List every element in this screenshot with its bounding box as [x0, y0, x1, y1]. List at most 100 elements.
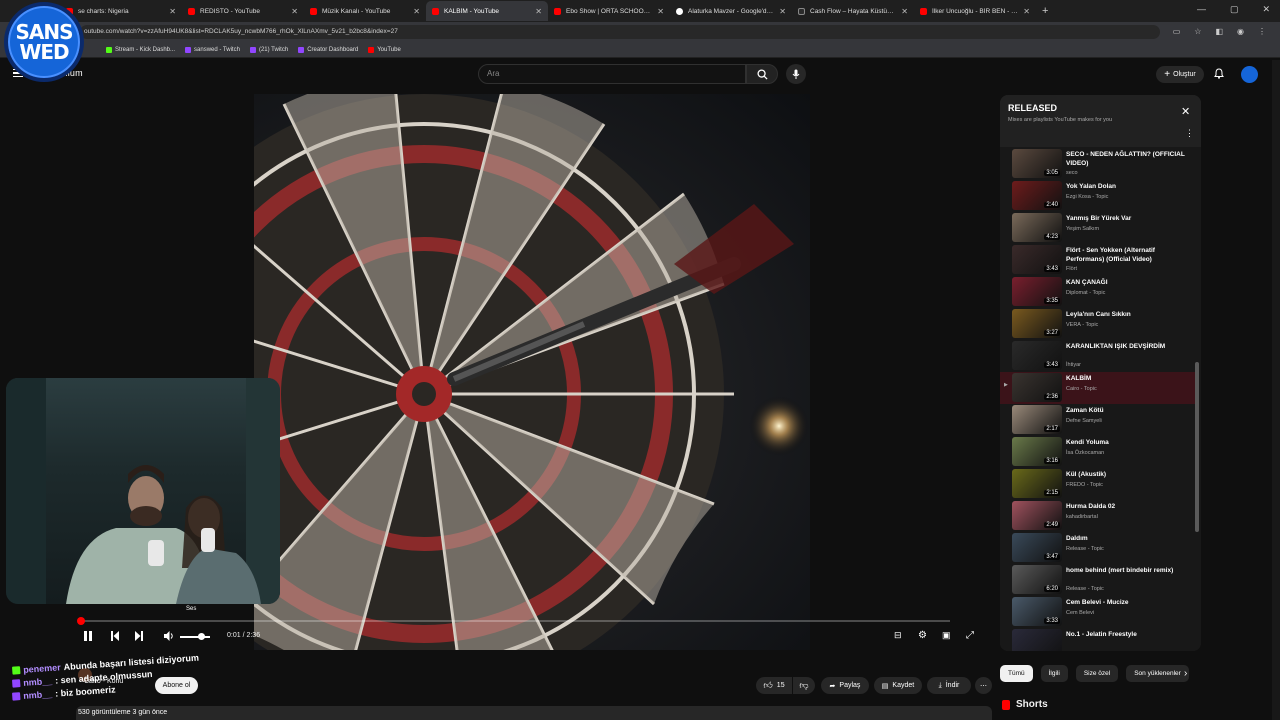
- browser-menu-icon[interactable]: ⋮: [1258, 27, 1266, 36]
- playlist-item[interactable]: 4:23 Yanmış Bir Yürek Var Yeşim Salkım: [1000, 212, 1195, 244]
- close-tab-icon[interactable]: ✕: [169, 7, 176, 16]
- browser-tab[interactable]: Ebo Show | ORTA SCHOOL - Yo ✕: [548, 1, 670, 21]
- address-bar[interactable]: outube.com/watch?v=zzAfuH94UK8&list=RDCL…: [80, 25, 1160, 39]
- bookmark-item[interactable]: YouTube: [368, 46, 401, 53]
- playlist-item[interactable]: No.1 - Jelatin Freestyle: [1000, 628, 1195, 651]
- browser-tab[interactable]: KALBİM - YouTube ✕: [426, 1, 548, 21]
- playlist-item[interactable]: 2:15 Kül (Akustik) FREDO - Topic: [1000, 468, 1195, 500]
- browser-tab[interactable]: REDISTO - YouTube ✕: [182, 1, 304, 21]
- playlist-thumbnail[interactable]: 2:15: [1012, 469, 1062, 498]
- playlist-item[interactable]: 3:16 Kendi Yoluma İsa Özkocaman: [1000, 436, 1195, 468]
- more-actions-button[interactable]: ⋯: [975, 677, 992, 694]
- mute-button[interactable]: [163, 630, 175, 645]
- playlist-item[interactable]: 3:05 SECO - NEDEN AĞLATTIN? (OFFICIAL VID…: [1000, 148, 1195, 180]
- volume-slider[interactable]: [180, 636, 210, 638]
- search-input[interactable]: Ara: [478, 64, 746, 84]
- playlist-thumbnail[interactable]: 3:27: [1012, 309, 1062, 338]
- miniplayer-icon[interactable]: ▣: [942, 630, 951, 641]
- playlist-item[interactable]: 3:27 Leyla'nın Canı Sıkkın VERA - Topic: [1000, 308, 1195, 340]
- bookmark-item[interactable]: Stream - Kick Dashb...: [106, 46, 175, 53]
- filter-chip[interactable]: İlgili: [1040, 665, 1068, 682]
- playlist-thumbnail[interactable]: 3:33: [1012, 597, 1062, 626]
- cast-icon[interactable]: ▭: [1173, 27, 1181, 36]
- playlist-thumbnail[interactable]: 2:36: [1012, 373, 1062, 402]
- playlist-thumbnail[interactable]: 3:43: [1012, 245, 1062, 274]
- next-button[interactable]: [134, 630, 144, 645]
- playlist-thumbnail[interactable]: 2:49: [1012, 501, 1062, 530]
- volume-knob[interactable]: [198, 633, 205, 640]
- filter-chip[interactable]: Son yüklenenler: [1126, 665, 1189, 682]
- video-description-box[interactable]: 530 görüntüleme 3 gün önce: [76, 706, 992, 720]
- playlist-item[interactable]: 3:33 Cem Belevi - Mucize Cem Belevi: [1000, 596, 1195, 628]
- chevron-right-icon[interactable]: ›: [1184, 668, 1187, 679]
- video-progress-bar[interactable]: [77, 617, 950, 625]
- previous-button[interactable]: [110, 630, 120, 645]
- extensions-icon[interactable]: ◧: [1215, 27, 1223, 36]
- playlist-thumbnail[interactable]: 3:16: [1012, 437, 1062, 466]
- playlist-title[interactable]: RELEASED: [1008, 103, 1057, 113]
- maximize-icon[interactable]: ▢: [1230, 4, 1239, 15]
- minimize-icon[interactable]: —: [1197, 4, 1206, 15]
- browser-tab[interactable]: Cash Flow – Hayata Küstüm Ly ✕: [792, 1, 914, 21]
- playlist-item[interactable]: 3:47 Daldım Release - Topic: [1000, 532, 1195, 564]
- playlist-thumbnail[interactable]: 4:23: [1012, 213, 1062, 242]
- browser-tab[interactable]: se charts: Nigeria ✕: [60, 1, 182, 21]
- close-tab-icon[interactable]: ✕: [535, 7, 542, 16]
- playlist-item[interactable]: ▶ 2:36 KALBİM Cairo - Topic: [1000, 372, 1195, 404]
- close-icon[interactable]: ✕: [1181, 105, 1190, 118]
- playlist-item[interactable]: 2:17 Zaman Kötü Defne Samyeli: [1000, 404, 1195, 436]
- account-avatar[interactable]: [1241, 66, 1258, 83]
- save-button[interactable]: ▤ Kaydet: [874, 677, 922, 694]
- more-vertical-icon[interactable]: ⋮: [1185, 128, 1194, 139]
- playlist-item[interactable]: 3:35 KAN ÇANAĞI Diplomat - Topic: [1000, 276, 1195, 308]
- playlist-thumbnail[interactable]: 3:43: [1012, 341, 1062, 370]
- close-tab-icon[interactable]: ✕: [779, 7, 786, 16]
- playlist-thumbnail[interactable]: 3:35: [1012, 277, 1062, 306]
- playlist-thumbnail[interactable]: [1012, 629, 1062, 651]
- progress-scrubber[interactable]: [77, 617, 85, 625]
- filter-chip[interactable]: Tümü: [1000, 665, 1033, 682]
- playlist-thumbnail[interactable]: 2:17: [1012, 405, 1062, 434]
- playlist-item-title: Yanmış Bir Yürek Var: [1066, 215, 1132, 222]
- bookmark-item[interactable]: sanswed - Twitch: [185, 46, 240, 53]
- playlist-thumbnail[interactable]: 2:40: [1012, 181, 1062, 210]
- playlist-thumbnail[interactable]: 6:20: [1012, 565, 1062, 594]
- subtitles-icon[interactable]: ⊟: [894, 630, 902, 641]
- share-button[interactable]: ➦ Paylaş: [821, 677, 869, 694]
- playlist-item[interactable]: 6:20 home behind (mert bindebir remix) Rel…: [1000, 564, 1195, 596]
- close-tab-icon[interactable]: ✕: [291, 7, 298, 16]
- voice-search-button[interactable]: [786, 64, 806, 84]
- close-tab-icon[interactable]: ✕: [901, 7, 908, 16]
- playlist-item[interactable]: 2:49 Hurma Dalda 02 kahadirbartal: [1000, 500, 1195, 532]
- pause-button[interactable]: [83, 630, 93, 645]
- playlist-item[interactable]: 3:43 Flört - Sen Yokken (Alternatif Perfo…: [1000, 244, 1195, 276]
- page-scrollbar[interactable]: [1272, 60, 1280, 720]
- close-tab-icon[interactable]: ✕: [657, 7, 664, 16]
- browser-tab[interactable]: Alaturka Mavzer - Google'da A ✕: [670, 1, 792, 21]
- download-button[interactable]: ⤓ İndir: [927, 677, 971, 694]
- close-tab-icon[interactable]: ✕: [413, 7, 420, 16]
- close-window-icon[interactable]: ✕: [1262, 4, 1270, 15]
- playlist-thumbnail[interactable]: 3:05: [1012, 149, 1062, 178]
- new-tab-icon[interactable]: +: [1042, 5, 1048, 17]
- filter-chip[interactable]: Size özel: [1075, 665, 1119, 682]
- bookmark-item[interactable]: (21) Twitch: [249, 46, 288, 53]
- playlist-thumbnail[interactable]: 3:47: [1012, 533, 1062, 562]
- profile-icon[interactable]: ◉: [1237, 27, 1244, 36]
- notifications-bell-icon[interactable]: [1214, 68, 1224, 82]
- search-button[interactable]: [746, 64, 778, 84]
- create-button[interactable]: + Oluştur: [1156, 66, 1204, 83]
- settings-gear-icon[interactable]: ⚙: [918, 630, 927, 641]
- dislike-button[interactable]: 👎︎: [793, 677, 815, 694]
- bookmark-star-icon[interactable]: ☆: [1194, 27, 1201, 36]
- playlist-item[interactable]: 2:40 Yok Yalan Dolan Ezgi Kosa - Topic: [1000, 180, 1195, 212]
- close-tab-icon[interactable]: ✕: [1023, 7, 1030, 16]
- like-button[interactable]: 👍︎ 15: [756, 677, 792, 694]
- browser-tab[interactable]: Müzik Kanalı - YouTube ✕: [304, 1, 426, 21]
- bookmark-item[interactable]: Creator Dashboard: [298, 46, 358, 53]
- playlist-item[interactable]: 3:43 KARANLIKTAN IŞIK DEVŞİRDİM İhtiyar: [1000, 340, 1195, 372]
- video-player[interactable]: [254, 94, 810, 650]
- fullscreen-icon[interactable]: ⤢: [966, 630, 974, 641]
- browser-tab[interactable]: İlker Uncuoğlu - BİR BEN - You ✕: [914, 1, 1036, 21]
- playlist-scrollbar[interactable]: [1195, 147, 1199, 647]
